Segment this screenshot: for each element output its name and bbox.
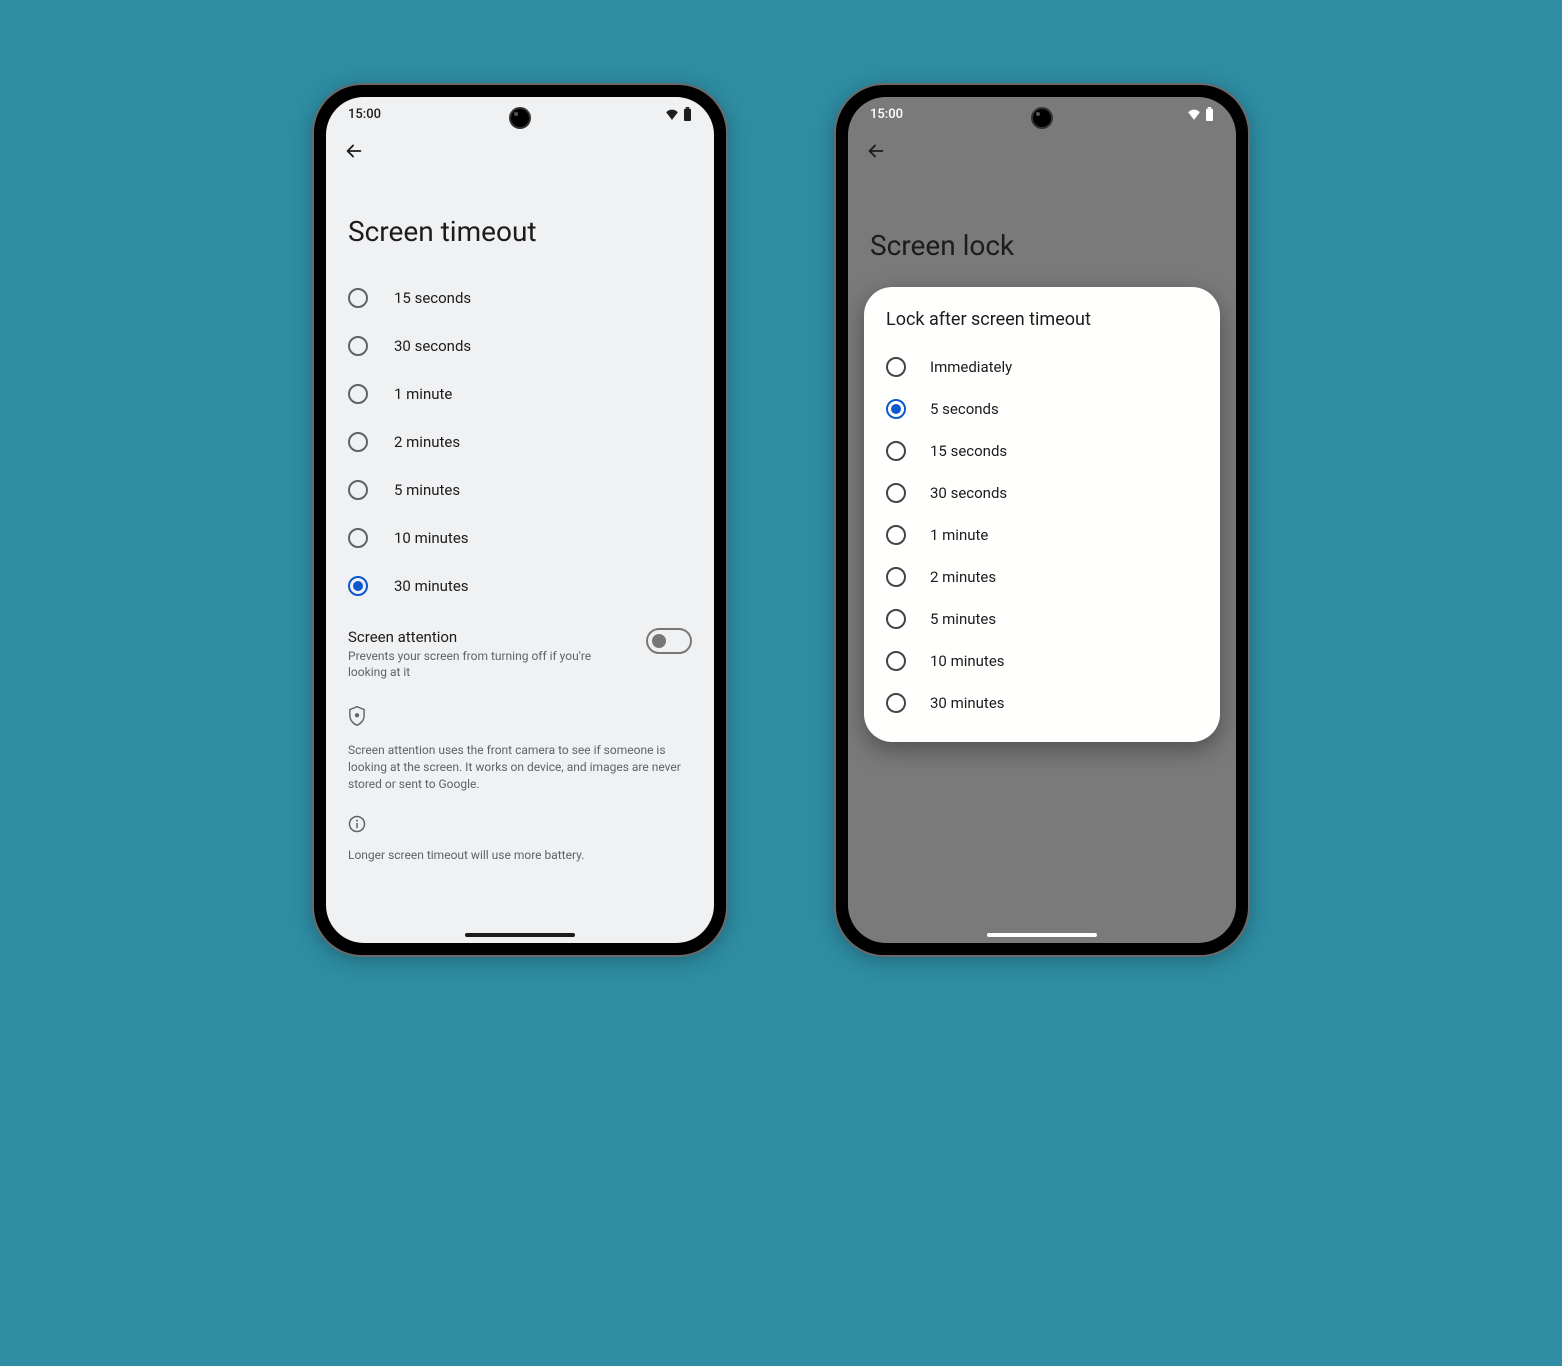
back-button[interactable] (340, 137, 368, 165)
radio-icon (886, 525, 906, 545)
status-time: 15:00 (870, 107, 903, 122)
wifi-icon (1187, 108, 1201, 120)
option-label: 10 minutes (394, 529, 469, 547)
option-label: 15 seconds (394, 289, 471, 307)
option-label: 1 minute (394, 385, 452, 403)
radio-icon (886, 441, 906, 461)
arrow-left-icon (343, 140, 365, 162)
phone-left: 15:00 Screen timeout 15 seconds (314, 85, 726, 955)
status-icons (1187, 107, 1214, 121)
radio-icon (348, 528, 368, 548)
attention-toggle[interactable] (646, 628, 692, 654)
option-label: Immediately (930, 358, 1012, 376)
page-title: Screen timeout (326, 165, 714, 274)
option-30-seconds[interactable]: 30 seconds (882, 472, 1202, 514)
option-1-minute[interactable]: 1 minute (348, 370, 692, 418)
radio-icon (886, 483, 906, 503)
radio-icon (348, 288, 368, 308)
info-icon-row (326, 799, 714, 841)
privacy-icon-row (326, 688, 714, 736)
radio-icon (886, 609, 906, 629)
camera-notch (509, 107, 531, 129)
radio-icon (348, 384, 368, 404)
option-label: 5 minutes (930, 610, 996, 628)
lock-timeout-dialog: Lock after screen timeout Immediately 5 … (864, 287, 1220, 742)
gesture-bar[interactable] (987, 933, 1097, 937)
shield-icon (348, 706, 366, 726)
option-label: 10 minutes (930, 652, 1005, 670)
attention-title: Screen attention (348, 628, 630, 646)
radio-icon (886, 693, 906, 713)
back-button[interactable] (862, 137, 890, 165)
option-1-minute[interactable]: 1 minute (882, 514, 1202, 556)
dialog-title: Lock after screen timeout (882, 309, 1202, 330)
status-icons (665, 107, 692, 121)
screen-lock-settings: 15:00 Screen lock Lock after screen time… (848, 97, 1236, 943)
option-label: 30 seconds (930, 484, 1007, 502)
option-5-minutes[interactable]: 5 minutes (882, 598, 1202, 640)
timeout-options: 15 seconds 30 seconds 1 minute 2 minutes… (326, 274, 714, 610)
option-label: 15 seconds (930, 442, 1007, 460)
option-15-seconds[interactable]: 15 seconds (882, 430, 1202, 472)
status-time: 15:00 (348, 107, 381, 122)
screen-timeout-settings: 15:00 Screen timeout 15 seconds (326, 97, 714, 943)
option-10-minutes[interactable]: 10 minutes (882, 640, 1202, 682)
phone-frame: 15:00 Screen timeout 15 seconds (314, 85, 726, 955)
info-icon (348, 815, 366, 833)
option-label: 30 seconds (394, 337, 471, 355)
footer-note: Longer screen timeout will use more batt… (326, 841, 714, 870)
option-10-minutes[interactable]: 10 minutes (348, 514, 692, 562)
option-label: 30 minutes (394, 577, 469, 595)
option-30-seconds[interactable]: 30 seconds (348, 322, 692, 370)
option-30-minutes[interactable]: 30 minutes (882, 682, 1202, 724)
option-immediately[interactable]: Immediately (882, 346, 1202, 388)
option-5-seconds[interactable]: 5 seconds (882, 388, 1202, 430)
option-label: 5 seconds (930, 400, 999, 418)
privacy-description: Screen attention uses the front camera t… (326, 736, 714, 798)
radio-icon (348, 480, 368, 500)
wifi-icon (665, 108, 679, 120)
option-30-minutes[interactable]: 30 minutes (348, 562, 692, 610)
option-15-seconds[interactable]: 15 seconds (348, 274, 692, 322)
option-label: 5 minutes (394, 481, 460, 499)
radio-icon (348, 336, 368, 356)
screen-attention-row[interactable]: Screen attention Prevents your screen fr… (326, 610, 714, 688)
radio-icon (348, 432, 368, 452)
radio-icon (886, 567, 906, 587)
phone-right: 15:00 Screen lock Lock after screen time… (836, 85, 1248, 955)
option-2-minutes[interactable]: 2 minutes (348, 418, 692, 466)
option-2-minutes[interactable]: 2 minutes (882, 556, 1202, 598)
radio-icon (886, 651, 906, 671)
radio-icon (886, 399, 906, 419)
battery-icon (1205, 107, 1214, 121)
option-label: 30 minutes (930, 694, 1005, 712)
phone-frame: 15:00 Screen lock Lock after screen time… (836, 85, 1248, 955)
option-label: 2 minutes (394, 433, 460, 451)
option-label: 1 minute (930, 526, 988, 544)
attention-subtitle: Prevents your screen from turning off if… (348, 648, 630, 680)
battery-icon (683, 107, 692, 121)
option-5-minutes[interactable]: 5 minutes (348, 466, 692, 514)
gesture-bar[interactable] (465, 933, 575, 937)
camera-notch (1031, 107, 1053, 129)
page-title: Screen lock (848, 179, 1236, 288)
radio-icon (886, 357, 906, 377)
arrow-left-icon (865, 140, 887, 162)
option-label: 2 minutes (930, 568, 996, 586)
radio-icon (348, 576, 368, 596)
